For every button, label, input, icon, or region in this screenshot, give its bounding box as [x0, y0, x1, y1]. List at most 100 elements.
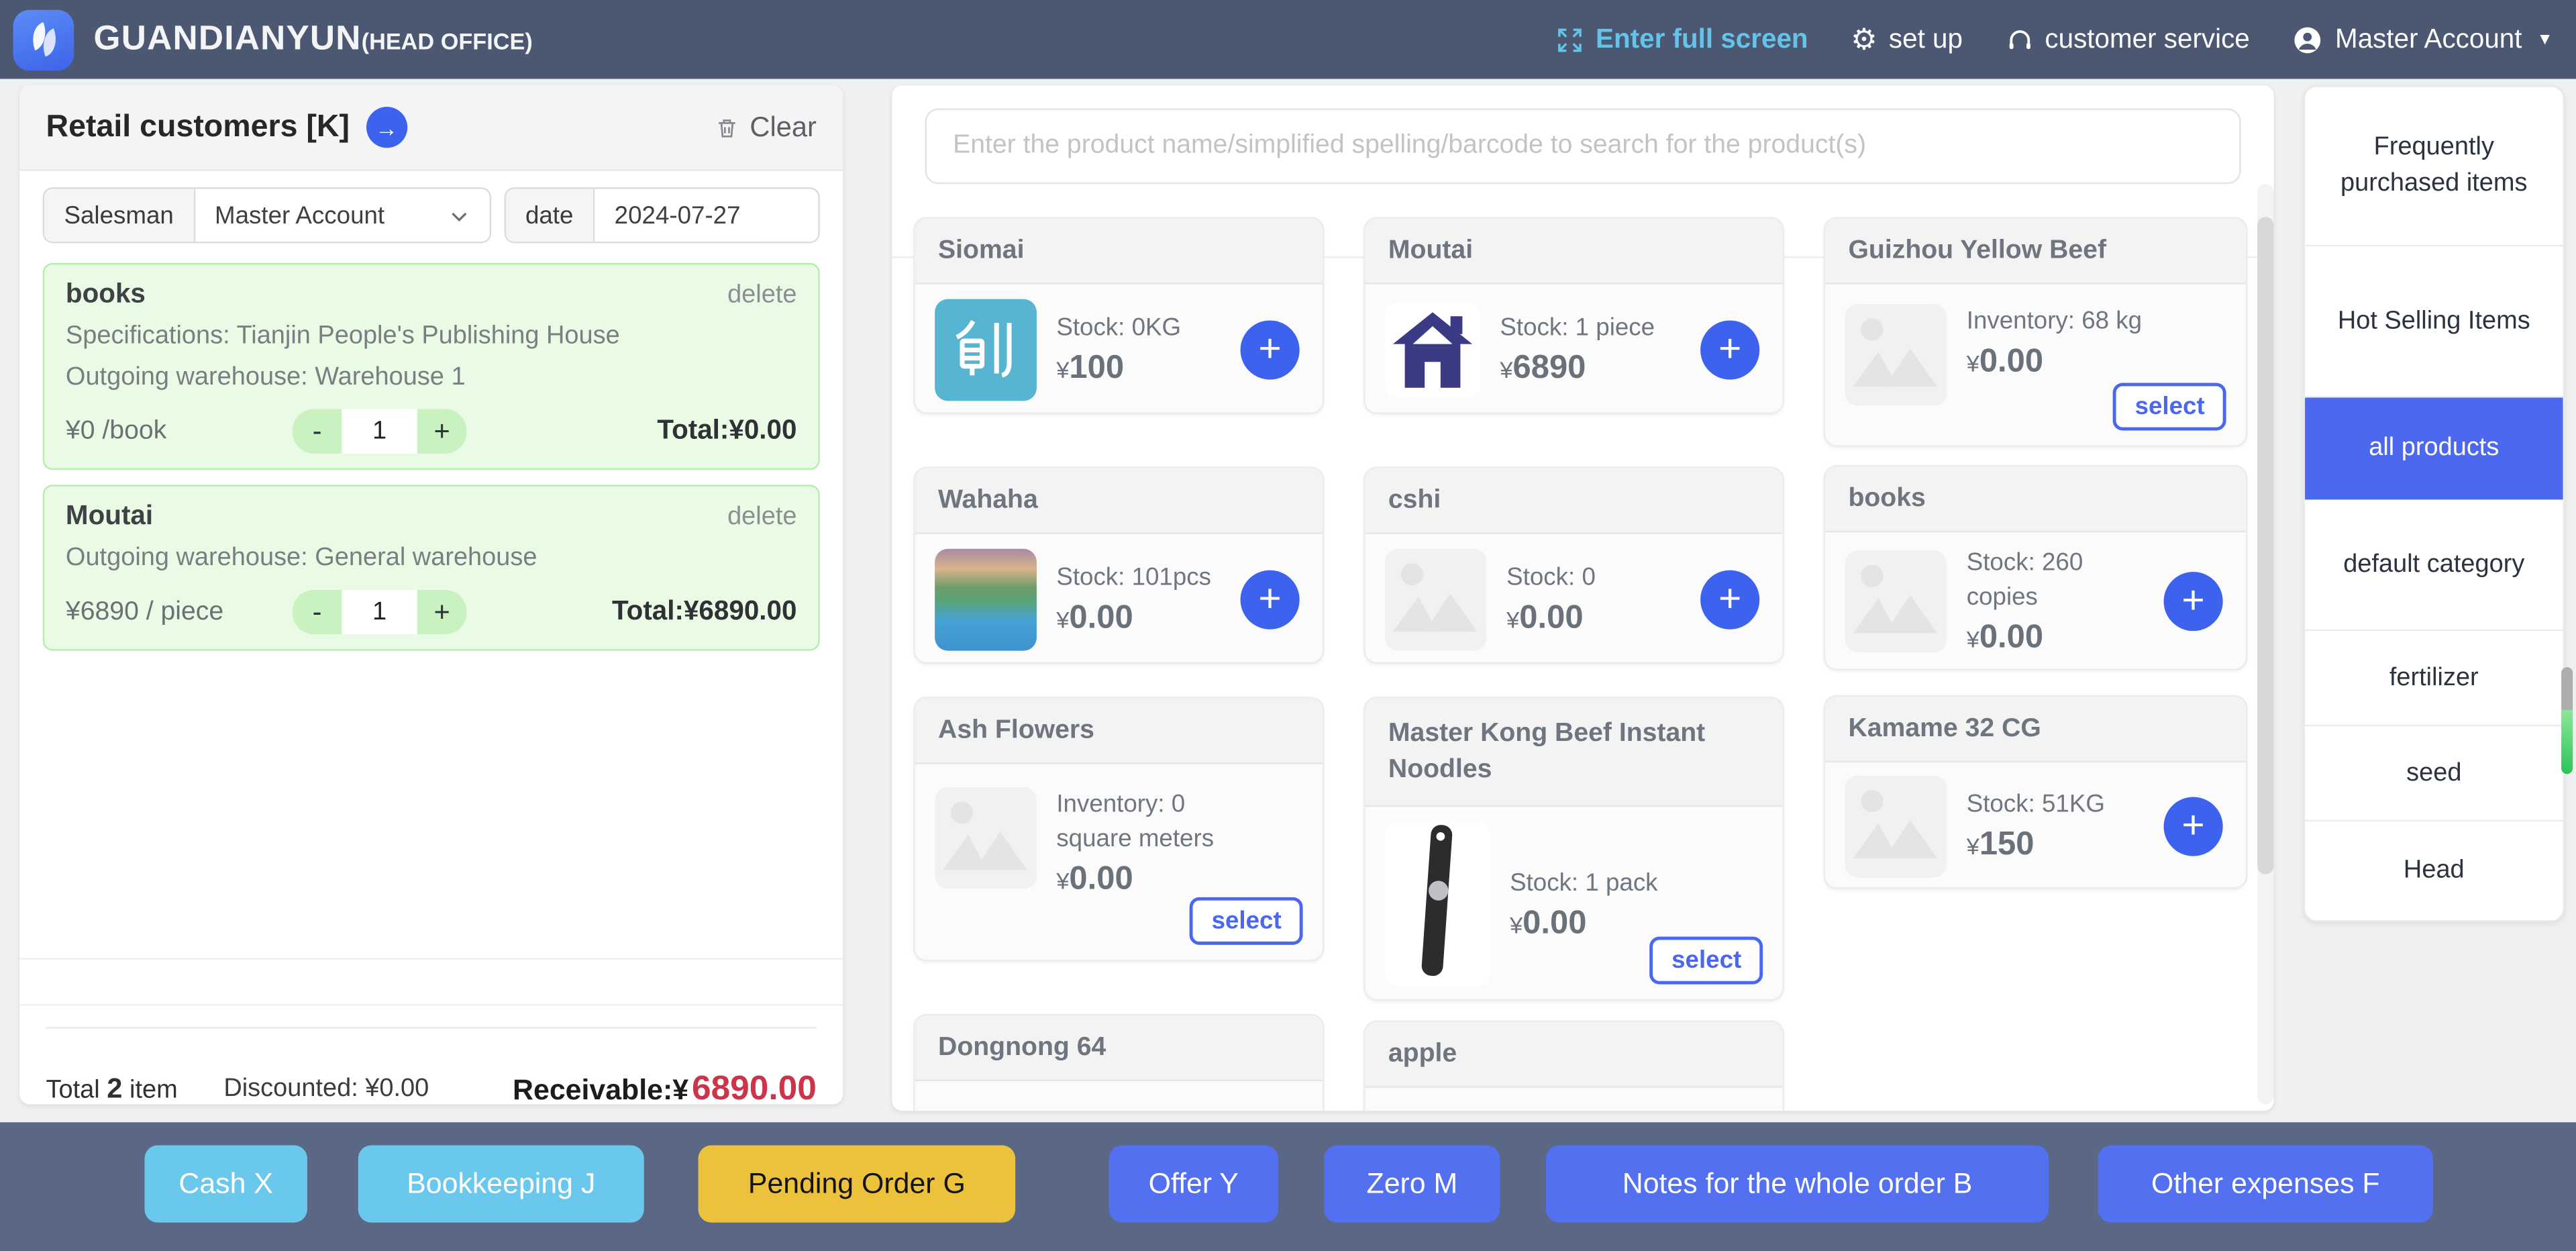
- add-to-cart-button[interactable]: +: [2164, 796, 2223, 855]
- product-name: Master Kong Beef Instant Noodles: [1366, 699, 1783, 807]
- salesman-select[interactable]: Salesman Master Account: [43, 187, 491, 243]
- brand-name: GUANDIANYUN: [94, 19, 362, 59]
- pending-order-button[interactable]: Pending Order G: [699, 1146, 1016, 1223]
- zero-button[interactable]: Zero M: [1324, 1146, 1500, 1223]
- gear-icon: ⚙: [1851, 25, 1877, 54]
- increase-qty-button[interactable]: +: [417, 590, 466, 634]
- add-to-cart-button[interactable]: +: [2164, 572, 2223, 631]
- cart-item-price: ¥6890 / piece: [66, 597, 293, 627]
- product-card-master-kong: Master Kong Beef Instant Noodles: [1363, 697, 1784, 1001]
- discount-text: Discounted: ¥0.00: [223, 1074, 429, 1104]
- add-to-cart-button[interactable]: +: [1700, 569, 1759, 628]
- category-hot-selling[interactable]: Hot Selling Items: [2305, 246, 2563, 397]
- other-expenses-button[interactable]: Other expenses F: [2098, 1146, 2433, 1223]
- product-card-moutai: Moutai Stock: 1 piece ¥6890: [1363, 217, 1784, 414]
- salesman-value: Master Account: [215, 201, 384, 230]
- product-image: [935, 548, 1037, 650]
- product-price: ¥0.00: [1967, 344, 2142, 381]
- window-scrollbar-track[interactable]: [2561, 667, 2573, 711]
- cart-header: Retail customers [K] → Clear: [19, 85, 843, 170]
- setup-button[interactable]: ⚙ set up: [1851, 24, 1963, 56]
- product-image: [935, 298, 1037, 400]
- qty-input[interactable]: 1: [342, 590, 417, 634]
- add-to-cart-button[interactable]: +: [1700, 319, 1759, 379]
- category-frequently-purchased[interactable]: Frequently purchased items: [2305, 87, 2563, 246]
- product-price: ¥0.00: [1967, 619, 2138, 657]
- list-divider: [19, 1004, 843, 1005]
- brand-logo-icon: [13, 9, 74, 70]
- brand-suffix: (HEAD OFFICE): [362, 28, 533, 54]
- cart-summary: Total 2 item Discounted: ¥0.00 Receivabl…: [46, 1052, 817, 1128]
- customer-arrow-button[interactable]: →: [366, 107, 407, 148]
- product-price: ¥0.00: [1056, 600, 1211, 638]
- cash-button[interactable]: Cash X: [144, 1146, 307, 1223]
- category-fertilizer[interactable]: fertilizer: [2305, 631, 2563, 726]
- plus-icon: +: [2181, 582, 2204, 621]
- product-search-input[interactable]: [925, 109, 2240, 185]
- category-default[interactable]: default category: [2305, 499, 2563, 631]
- product-image: [1385, 301, 1480, 397]
- category-head[interactable]: Head: [2305, 821, 2563, 920]
- caret-down-icon: ▼: [2537, 30, 2553, 48]
- product-name: Kamame 32 CG: [1825, 697, 2246, 762]
- product-price: ¥0.00: [1056, 861, 1250, 899]
- cart-item-name: books: [66, 279, 146, 311]
- product-name: apple: [1366, 1022, 1783, 1088]
- product-image-placeholder: [1845, 774, 1947, 877]
- clear-cart-button[interactable]: Clear: [715, 111, 817, 144]
- product-stock: Inventory: 0 square meters: [1056, 787, 1250, 856]
- cart-item-total: Total:¥6890.00: [612, 597, 796, 628]
- decrease-qty-button[interactable]: -: [293, 409, 342, 454]
- product-column: Moutai Stock: 1 piece ¥6890: [1363, 217, 1784, 1111]
- plus-icon: +: [1258, 579, 1281, 619]
- delete-item-button[interactable]: delete: [727, 502, 796, 532]
- product-stock: Stock: 1 piece: [1500, 311, 1655, 345]
- category-seed[interactable]: seed: [2305, 726, 2563, 821]
- select-product-button[interactable]: select: [1650, 937, 1763, 985]
- product-card-ash-flowers: Ash Flowers Inventory: 0 square meters ¥…: [913, 697, 1324, 961]
- account-menu[interactable]: Master Account ▼: [2292, 24, 2553, 56]
- select-product-button[interactable]: select: [1190, 897, 1303, 945]
- products-panel: Siomai Stock: 0KG ¥100 +: [892, 85, 2273, 1111]
- cart-item-moutai: Moutai delete Outgoing warehouse: Genera…: [43, 485, 820, 650]
- product-image-placeholder: [1845, 304, 1947, 406]
- product-stock: Stock: 1 pack: [1510, 865, 1657, 899]
- quantity-stepper: - 1 +: [293, 590, 467, 634]
- bookkeeping-button[interactable]: Bookkeeping J: [358, 1146, 644, 1223]
- brand-title: GUANDIANYUN (HEAD OFFICE): [94, 19, 533, 59]
- plus-icon: +: [1718, 330, 1741, 369]
- whole-order-notes-button[interactable]: Notes for the whole order B: [1546, 1146, 2049, 1223]
- select-product-button[interactable]: select: [2114, 383, 2226, 430]
- date-field[interactable]: date 2024-07-27: [504, 187, 820, 243]
- decrease-qty-button[interactable]: -: [293, 590, 342, 634]
- product-card-dongnong-64: Dongnong 64: [913, 1014, 1324, 1111]
- product-name: Dongnong 64: [915, 1015, 1323, 1081]
- product-image-placeholder: [935, 787, 1037, 889]
- cart-item-warehouse: Outgoing warehouse: Warehouse 1: [66, 363, 797, 393]
- products-scrollbar-thumb[interactable]: [2257, 217, 2273, 874]
- chevron-down-icon: [448, 205, 470, 226]
- add-to-cart-button[interactable]: +: [1241, 569, 1300, 628]
- enter-fullscreen-button[interactable]: Enter full screen: [1556, 24, 1808, 56]
- customer-service-button[interactable]: customer service: [2006, 24, 2250, 56]
- increase-qty-button[interactable]: +: [417, 409, 466, 454]
- total-items-text: Total 2 item: [46, 1073, 178, 1106]
- product-card-wahaha: Wahaha Stock: 101pcs ¥0.00 +: [913, 466, 1324, 664]
- product-stock: Stock: 260 copies: [1967, 546, 2138, 615]
- cart-item-name: Moutai: [66, 501, 153, 533]
- qty-input[interactable]: 1: [342, 409, 417, 454]
- product-card-cshi: cshi Stock: 0 ¥0.00 +: [1363, 466, 1784, 664]
- category-all-products[interactable]: all products: [2305, 398, 2563, 500]
- product-price: ¥100: [1056, 350, 1181, 388]
- bottom-action-bar: Cash X Bookkeeping J Pending Order G Off…: [0, 1122, 2576, 1251]
- window-scrollbar-thumb[interactable]: [2561, 710, 2573, 774]
- cart-item-spec: Specifications: Tianjin People's Publish…: [66, 322, 797, 352]
- headset-icon: [2006, 26, 2034, 54]
- delete-item-button[interactable]: delete: [727, 280, 796, 309]
- offer-button[interactable]: Offer Y: [1109, 1146, 1278, 1223]
- salesman-label: Salesman: [44, 189, 195, 242]
- product-card-siomai: Siomai Stock: 0KG ¥100 +: [913, 217, 1324, 414]
- add-to-cart-button[interactable]: +: [1241, 319, 1300, 379]
- cart-panel: Retail customers [K] → Clear Salesman Ma…: [19, 85, 843, 1104]
- quantity-stepper: - 1 +: [293, 409, 467, 454]
